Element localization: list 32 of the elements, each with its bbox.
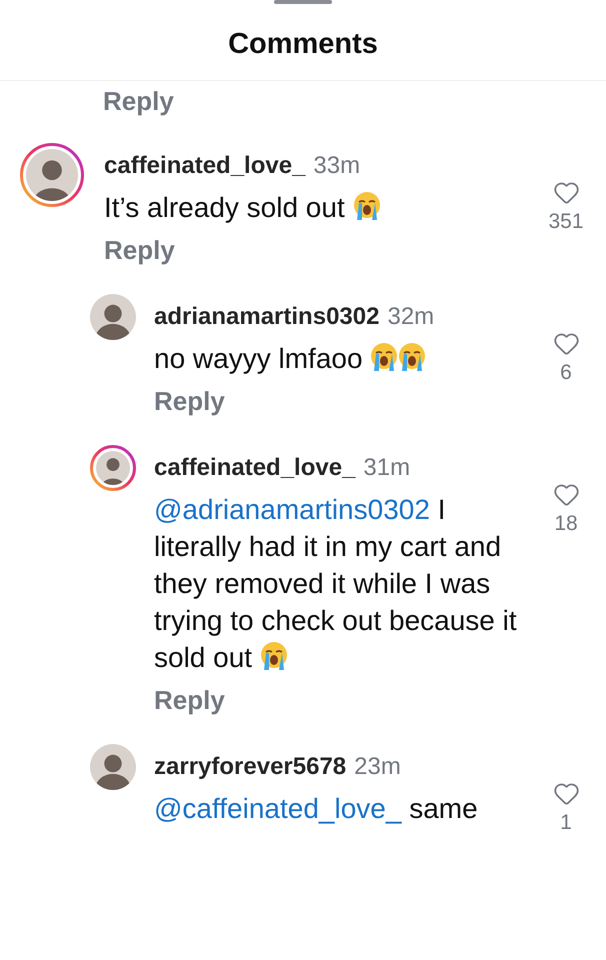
comment-text: @adrianamartins0302 I literally had it in my cart and they removed it while I was trying to check out because it sold out [154,493,518,675]
username[interactable]: adrianamartins0302 [154,302,380,332]
drag-handle[interactable] [274,0,332,4]
sheet-title: Comments [228,28,378,61]
comment-text: @caffeinated_love_ same [154,792,479,826]
username[interactable]: caffeinated_love_ [154,453,356,483]
crying-face-icon [370,342,398,372]
mention-link[interactable]: @caffeinated_love_ [154,793,402,824]
reply-link[interactable]: Reply [103,85,174,117]
username[interactable]: caffeinated_love_ [104,151,306,181]
comment-time: 31m [363,453,410,483]
comment-text: no wayyy lmfaoo [154,340,518,377]
like-count: 18 [554,512,578,536]
reply-link[interactable]: Reply [104,234,175,266]
avatar[interactable] [90,744,136,790]
comment-text: It’s already sold out [104,189,518,226]
comment-time: 32m [387,302,434,332]
username[interactable]: zarryforever5678 [154,752,346,782]
like-count: 6 [560,361,572,385]
avatar[interactable] [20,143,84,207]
like-count: 351 [548,210,584,234]
comment-time: 23m [354,752,401,782]
crying-face-icon [260,641,288,671]
comment-time: 33m [313,151,360,181]
avatar[interactable] [90,294,136,340]
mention-link[interactable]: @adrianamartins0302 [154,494,430,525]
reply-link[interactable]: Reply [154,385,225,417]
crying-face-icon [352,191,381,221]
avatar[interactable] [90,445,136,491]
crying-face-icon [398,342,426,372]
like-count: 1 [560,811,572,835]
reply-link[interactable]: Reply [154,684,225,716]
